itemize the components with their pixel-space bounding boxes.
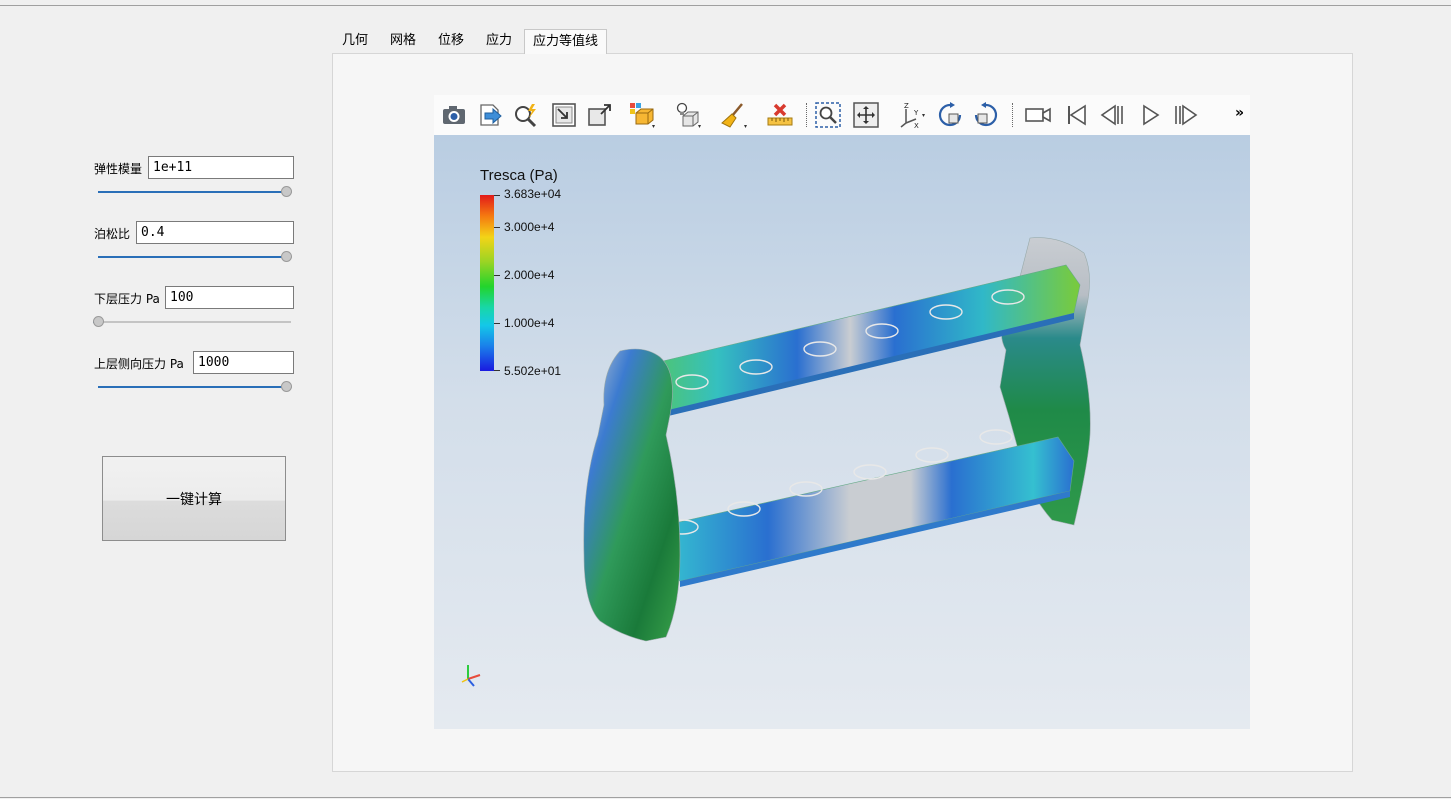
clear-icon[interactable]: ▾: [720, 101, 748, 129]
pan-icon[interactable]: [852, 101, 880, 129]
previous-frame-icon[interactable]: [1098, 101, 1126, 129]
toolbar-separator: [806, 103, 807, 127]
calculate-button-label: 一键计算: [166, 491, 222, 508]
reset-camera-icon[interactable]: [550, 101, 578, 129]
light-icon[interactable]: ▾: [674, 101, 702, 129]
svg-text:▾: ▾: [652, 123, 655, 129]
elastic-modulus-slider[interactable]: [98, 185, 292, 199]
record-camera-icon[interactable]: [1024, 101, 1052, 129]
svg-text:▾: ▾: [698, 123, 701, 129]
upper-side-pressure-input[interactable]: 1000: [193, 351, 294, 374]
play-icon[interactable]: [1136, 101, 1164, 129]
export-icon[interactable]: [476, 101, 504, 129]
first-frame-icon[interactable]: [1062, 101, 1090, 129]
toggle-color-legend-icon[interactable]: ▾: [628, 101, 656, 129]
rotate-cw-icon[interactable]: [936, 101, 964, 129]
upper-side-pressure-label: 上层侧向压力 Pa: [94, 357, 184, 371]
render-view: ▾ ▾ ▾ Z Y X ▾ » Tresca (Pa) 3.683e+04 3.…: [434, 95, 1250, 729]
slider-handle[interactable]: [93, 316, 104, 327]
toolbar-separator: [1012, 103, 1013, 127]
tab-stress[interactable]: 应力: [480, 29, 518, 53]
legend-label: 3.000e+4: [504, 220, 555, 234]
stress-contour-model: [583, 237, 1091, 642]
slider-handle[interactable]: [281, 381, 292, 392]
svg-text:X: X: [914, 122, 919, 129]
3d-render-area[interactable]: Tresca (Pa) 3.683e+04 3.000e+4 2.000e+4 …: [434, 135, 1250, 729]
legend-tick: [494, 227, 500, 228]
slider-handle[interactable]: [281, 186, 292, 197]
next-frame-icon[interactable]: [1172, 101, 1200, 129]
poisson-ratio-slider[interactable]: [98, 250, 292, 264]
legend-label: 2.000e+4: [504, 268, 555, 282]
legend-title: Tresca (Pa): [480, 167, 558, 184]
camera-icon[interactable]: [440, 101, 468, 129]
svg-text:▾: ▾: [922, 112, 925, 119]
view-toolbar: ▾ ▾ ▾ Z Y X ▾ »: [434, 95, 1250, 135]
top-border: [0, 5, 1451, 6]
svg-text:▾: ▾: [744, 123, 747, 129]
elastic-modulus-label: 弹性模量: [94, 162, 143, 176]
svg-text:Z: Z: [904, 102, 909, 110]
bottom-border: [0, 797, 1451, 798]
color-legend-bar: [480, 195, 494, 371]
lower-pressure-label: 下层压力 Pa: [94, 292, 160, 306]
zoom-closest-icon[interactable]: [586, 101, 614, 129]
legend-tick: [494, 275, 500, 276]
slider-fill: [98, 256, 287, 258]
rotate-ccw-icon[interactable]: [972, 101, 1000, 129]
legend-tick: [494, 370, 500, 371]
poisson-ratio-label: 泊松比: [94, 227, 131, 241]
legend-tick: [494, 323, 500, 324]
elastic-modulus-input[interactable]: 1e+11: [148, 156, 294, 179]
svg-text:Y: Y: [913, 109, 919, 117]
toolbar-overflow-button[interactable]: »: [1235, 105, 1244, 121]
calculate-button[interactable]: 一键计算: [102, 456, 286, 541]
lower-pressure-slider[interactable]: [93, 315, 291, 329]
lower-pressure-input[interactable]: 100: [165, 286, 294, 309]
tab-stress-contour[interactable]: 应力等值线: [524, 29, 607, 54]
upper-side-pressure-slider[interactable]: [98, 380, 292, 394]
orientation-axes-icon: [461, 665, 481, 687]
tab-displacement[interactable]: 位移: [432, 29, 470, 53]
slider-handle[interactable]: [281, 251, 292, 262]
zoom-to-box-icon[interactable]: [814, 101, 842, 129]
tab-mesh[interactable]: 网格: [384, 29, 422, 53]
ruler-icon[interactable]: [766, 101, 794, 129]
legend-label-max: 3.683e+04: [504, 187, 562, 201]
slider-fill: [98, 191, 287, 193]
axes-orientation-icon[interactable]: Z Y X ▾: [898, 101, 926, 129]
legend-label-min: 5.502e+01: [504, 364, 562, 378]
zoom-to-data-icon[interactable]: [512, 101, 540, 129]
tab-geometry[interactable]: 几何: [336, 29, 374, 53]
legend-tick: [494, 195, 500, 196]
slider-fill: [98, 386, 287, 388]
poisson-ratio-input[interactable]: 0.4: [136, 221, 294, 244]
legend-label: 1.000e+4: [504, 316, 555, 330]
